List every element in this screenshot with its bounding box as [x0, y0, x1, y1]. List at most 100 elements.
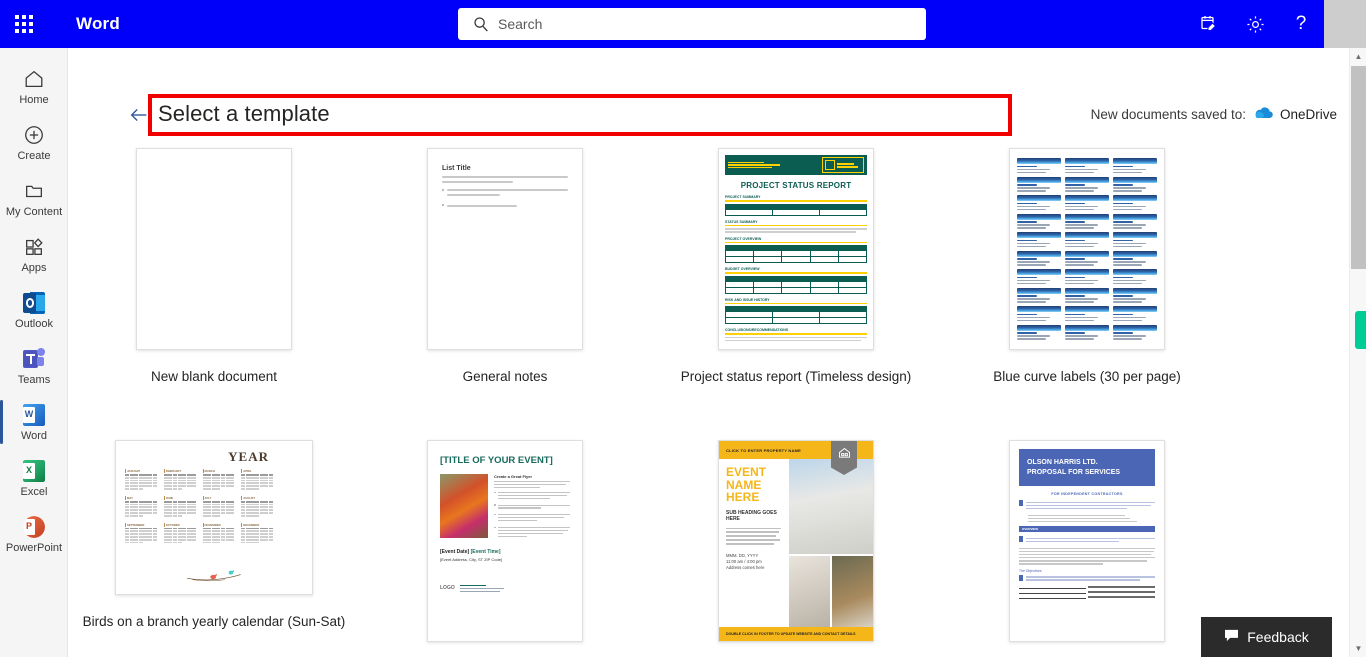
sidebar-item-teams[interactable]: Teams — [0, 338, 68, 394]
vertical-scrollbar[interactable]: ▲ ▼ — [1349, 48, 1366, 657]
scroll-down-arrow-icon[interactable]: ▼ — [1350, 640, 1366, 657]
calendar-week-row — [163, 533, 196, 535]
calendar-week-row — [125, 527, 157, 530]
label-cell — [1065, 232, 1109, 248]
calendar-month-name: JANUARY — [125, 469, 157, 473]
real-estate-footer-text: DOUBLE CLICK IN FOOTER TO UPDATE WEBSITE… — [726, 632, 856, 636]
sidebar-item-label: PowerPoint — [5, 541, 63, 554]
label-text-line — [1113, 171, 1143, 174]
sidebar-item-create[interactable]: Create — [0, 114, 68, 170]
label-cell — [1113, 269, 1157, 285]
calendar-week-row — [163, 503, 196, 506]
back-arrow-icon[interactable] — [128, 104, 150, 126]
onedrive-icon — [1253, 106, 1273, 123]
sidebar-item-outlook[interactable]: Outlook — [0, 282, 68, 338]
calendar-month-name: JUNE — [163, 495, 196, 500]
sidebar-item-powerpoint[interactable]: P PowerPoint — [0, 506, 68, 562]
edge-green-tab[interactable] — [1355, 311, 1366, 349]
calendar-week-row — [163, 511, 196, 514]
label-text-line — [1017, 242, 1050, 245]
label-curve-bar — [1113, 324, 1157, 331]
calendar-week-row — [202, 527, 235, 530]
label-curve-bar — [1017, 213, 1061, 220]
calendar-week-row — [241, 506, 273, 509]
calendar-week-row — [241, 500, 273, 503]
calendar-week-row — [163, 538, 196, 541]
help-icon[interactable]: ? — [1278, 0, 1324, 48]
calendar-week-row — [241, 509, 273, 511]
label-cell — [1017, 269, 1061, 285]
excel-icon: X — [23, 459, 45, 483]
calendar-week-row — [202, 541, 235, 544]
label-text-line — [1017, 205, 1050, 208]
scroll-up-arrow-icon[interactable]: ▲ — [1350, 48, 1366, 65]
notes-pencil-icon[interactable] — [1186, 0, 1232, 48]
label-text-line — [1113, 227, 1143, 229]
calendar-week-row — [125, 503, 157, 506]
label-cell — [1065, 269, 1109, 285]
feedback-button[interactable]: Feedback — [1201, 617, 1332, 657]
calendar-week-row — [202, 485, 235, 487]
template-card-project-status-report[interactable]: PROJECT STATUS REPORT PROJECT SUMMARY ST… — [650, 148, 942, 385]
event-flyer-time: [Event Time] — [470, 548, 501, 555]
suite-header: Word ? — [0, 0, 1366, 48]
calendar-week-row — [241, 541, 273, 544]
sidebar-item-home[interactable]: Home — [0, 58, 68, 114]
calendar-week-row — [202, 514, 235, 517]
app-launcher-waffle-icon[interactable] — [0, 0, 48, 48]
label-cell — [1017, 158, 1061, 174]
calendar-week-row — [125, 538, 157, 541]
label-text-line — [1113, 221, 1134, 223]
calendar-week-row — [163, 500, 196, 503]
gear-icon[interactable] — [1232, 0, 1278, 48]
save-location[interactable]: New documents saved to: OneDrive — [1091, 106, 1337, 123]
suite-actions: ? — [1186, 0, 1366, 48]
calendar-week-row — [163, 474, 196, 476]
label-cell — [1113, 176, 1157, 193]
template-card-proposal-for-services[interactable]: OLSON HARRIS LTD. PROPOSAL FOR SERVICES … — [941, 440, 1233, 657]
sidebar-item-apps[interactable]: Apps — [0, 226, 68, 282]
label-text-line — [1113, 301, 1143, 303]
calendar-month-name: SEPTEMBER — [125, 522, 157, 527]
waffle-grid-icon — [15, 15, 33, 33]
template-card-real-estate-flyer[interactable]: CLICK TO ENTER PROPERTY NAME EVENT NAME … — [650, 440, 942, 657]
sidebar-item-word[interactable]: W Word — [0, 394, 68, 450]
calendar-week-row — [125, 535, 157, 538]
label-curve-bar — [1065, 306, 1109, 312]
account-avatar[interactable] — [1324, 0, 1366, 48]
label-curve-bar — [1065, 269, 1109, 275]
label-text-line — [1065, 332, 1086, 334]
calendar-month: APRIL — [241, 469, 273, 490]
template-card-blue-curve-labels[interactable]: Blue curve labels (30 per page) — [941, 148, 1233, 385]
template-label: Project status report (Timeless design) — [680, 369, 912, 384]
calendar-week-row — [241, 538, 273, 541]
scrollbar-thumb[interactable] — [1351, 66, 1366, 269]
calendar-week-row — [202, 500, 235, 503]
label-text-line — [1113, 298, 1146, 300]
psr-section-heading: STATUS SUMMARY — [725, 219, 758, 224]
app-name-word[interactable]: Word — [76, 14, 120, 34]
label-curve-bar — [1065, 324, 1109, 331]
label-text-line — [1113, 313, 1134, 316]
template-thumbnail: PROJECT STATUS REPORT PROJECT SUMMARY ST… — [718, 148, 874, 350]
template-label: General notes — [462, 369, 548, 384]
main-content: Select a template New documents saved to… — [68, 48, 1349, 657]
label-text-line — [1113, 184, 1134, 186]
sidebar-item-excel[interactable]: X Excel — [0, 450, 68, 506]
calendar-week-row — [241, 503, 273, 506]
template-card-birds-branch-calendar[interactable]: YEAR JANUARY FEBRUARY MARCH APRIL MAY JUNE JUL… — [68, 440, 360, 630]
search-input[interactable] — [498, 16, 916, 32]
calendar-month: MARCH — [202, 469, 235, 490]
sidebar-item-my-content[interactable]: My Content — [0, 170, 68, 226]
template-card-general-notes[interactable]: List Title General notes — [359, 148, 651, 385]
word-icon: W — [23, 403, 45, 427]
label-curve-bar — [1113, 306, 1157, 312]
label-text-line — [1065, 239, 1086, 242]
search-box[interactable] — [458, 8, 926, 40]
label-cell — [1017, 324, 1061, 341]
left-nav-rail: Home Create My Content Apps Outlook Team… — [0, 48, 68, 657]
template-card-new-blank-document[interactable]: New blank document — [68, 148, 360, 385]
template-card-event-flyer[interactable]: [TITLE OF YOUR EVENT] Create a Great Fly… — [359, 440, 651, 657]
calendar-week-row — [125, 530, 157, 533]
calendar-week-row — [241, 474, 273, 476]
